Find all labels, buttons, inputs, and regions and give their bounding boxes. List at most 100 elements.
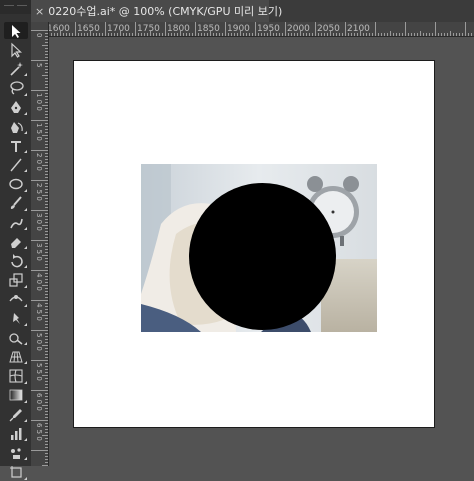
flyout-indicator bbox=[24, 323, 27, 326]
ruler-label: 2 5 0 bbox=[35, 183, 43, 201]
document-tab-bar: × 0220수업.ai* @ 100% (CMYK/GPU 미리 보기) bbox=[31, 0, 474, 23]
graph-icon bbox=[11, 427, 22, 440]
ruler-label: 2050 bbox=[317, 24, 340, 34]
document-tab-title: 0220수업.ai* @ 100% (CMYK/GPU 미리 보기) bbox=[48, 5, 283, 18]
pen-tool[interactable] bbox=[4, 99, 28, 116]
ruler-label: 1850 bbox=[197, 24, 220, 34]
flyout-indicator bbox=[24, 361, 27, 365]
perspective-icon bbox=[9, 351, 23, 363]
ruler-label: 2000 bbox=[287, 24, 310, 34]
vertical-ruler-ticks: 0 5 1 0 0 1 5 0 2 0 0 2 5 0 3 0 0 3 5 0 4 0 0 4 5… bbox=[31, 30, 48, 466]
paintbrush-tool[interactable] bbox=[4, 195, 28, 212]
white-arrow-icon bbox=[11, 42, 23, 58]
flyout-indicator bbox=[24, 169, 27, 173]
direct-selection-tool[interactable] bbox=[4, 41, 28, 58]
curvature-tool[interactable] bbox=[4, 118, 28, 135]
line-icon bbox=[10, 158, 22, 172]
horizontal-ruler-ticks: 1600 1650 1700 1750 1800 1850 1900 1950 2000 2050… bbox=[48, 22, 472, 36]
ruler-label: 1800 bbox=[167, 24, 190, 34]
ruler-label: 2100 bbox=[347, 24, 370, 34]
ruler-label: 1 5 0 bbox=[35, 123, 43, 141]
flyout-indicator bbox=[24, 150, 27, 154]
curvature-icon bbox=[11, 121, 23, 133]
scale-icon bbox=[9, 273, 23, 287]
magic-wand-tool[interactable] bbox=[4, 60, 28, 77]
width-tool[interactable] bbox=[4, 291, 28, 308]
flyout-indicator bbox=[24, 207, 27, 211]
shaper-tool[interactable] bbox=[4, 214, 28, 231]
ruler-label: 6 0 0 bbox=[35, 393, 43, 411]
ruler-label: 1700 bbox=[107, 24, 130, 34]
ruler-label: 1 0 0 bbox=[35, 93, 43, 111]
gradient-icon bbox=[9, 389, 23, 401]
ruler-label: 4 0 0 bbox=[35, 273, 43, 291]
flyout-indicator bbox=[24, 111, 27, 115]
ruler-label: 1600 bbox=[48, 24, 70, 34]
artboard-tool[interactable] bbox=[4, 464, 28, 481]
ruler-label: 1950 bbox=[257, 24, 280, 34]
ruler-label: 3 5 0 bbox=[35, 243, 43, 261]
document-tab[interactable]: × 0220수업.ai* @ 100% (CMYK/GPU 미리 보기) bbox=[31, 0, 282, 22]
rotate-tool[interactable] bbox=[4, 252, 28, 269]
shape-builder-icon bbox=[9, 333, 23, 345]
lasso-tool[interactable] bbox=[4, 80, 28, 97]
pen-icon bbox=[11, 101, 21, 114]
flyout-indicator bbox=[24, 419, 27, 422]
artboard-icon bbox=[10, 466, 22, 478]
flyout-indicator bbox=[24, 131, 27, 134]
tools-panel-grip[interactable] bbox=[0, 0, 31, 14]
type-tool[interactable] bbox=[4, 137, 28, 154]
vertical-ruler[interactable]: 0 5 1 0 0 1 5 0 2 0 0 2 5 0 3 0 0 3 5 0 4 0 0 4 5… bbox=[31, 22, 49, 466]
graph-tool[interactable] bbox=[4, 425, 28, 442]
puppet-warp-tool[interactable] bbox=[4, 310, 28, 327]
flyout-indicator bbox=[24, 227, 27, 230]
symbol-sprayer-tool[interactable] bbox=[4, 444, 28, 461]
ruler-label: 4 5 0 bbox=[35, 303, 43, 321]
close-tab-icon[interactable]: × bbox=[35, 5, 44, 18]
ellipse-tool[interactable] bbox=[4, 176, 28, 193]
flyout-indicator bbox=[24, 92, 27, 96]
line-tool[interactable] bbox=[4, 156, 28, 173]
ruler-label: 1900 bbox=[227, 24, 250, 34]
perspective-grid-tool[interactable] bbox=[4, 348, 28, 365]
magic-wand-icon bbox=[10, 61, 23, 76]
flyout-indicator bbox=[24, 399, 27, 403]
flyout-indicator bbox=[24, 73, 27, 77]
arrow-icon bbox=[12, 24, 21, 38]
shaper-icon bbox=[10, 218, 23, 228]
width-icon bbox=[9, 295, 23, 302]
flyout-indicator bbox=[24, 188, 27, 192]
mesh-icon bbox=[9, 369, 23, 383]
scale-tool[interactable] bbox=[4, 272, 28, 289]
ruler-label: 3 0 0 bbox=[35, 213, 43, 231]
pin-icon bbox=[13, 312, 20, 324]
gradient-tool[interactable] bbox=[4, 387, 28, 404]
flyout-indicator bbox=[24, 246, 27, 250]
ruler-label: 5 0 0 bbox=[35, 333, 43, 351]
rotate-icon bbox=[11, 253, 23, 268]
black-circle-shape[interactable] bbox=[189, 183, 336, 330]
flyout-indicator bbox=[24, 457, 27, 461]
flyout-indicator bbox=[24, 303, 27, 307]
shape-builder-tool[interactable] bbox=[4, 329, 28, 346]
ellipse-icon bbox=[9, 178, 23, 190]
eyedropper-tool[interactable] bbox=[4, 406, 28, 423]
flyout-indicator bbox=[24, 265, 27, 269]
horizontal-ruler[interactable]: 1600 1650 1700 1750 1800 1850 1900 1950 2000 2050… bbox=[48, 22, 474, 37]
flyout-indicator bbox=[24, 284, 27, 288]
mesh-tool[interactable] bbox=[4, 368, 28, 385]
eraser-icon bbox=[11, 237, 21, 248]
flyout-indicator bbox=[24, 380, 27, 384]
eraser-tool[interactable] bbox=[4, 233, 28, 250]
ruler-label: 5 5 0 bbox=[35, 363, 43, 381]
flyout-indicator bbox=[24, 476, 27, 480]
selection-tool[interactable] bbox=[4, 22, 28, 39]
eyedropper-icon bbox=[9, 408, 22, 421]
ruler-label: 1650 bbox=[77, 24, 100, 34]
ruler-label: 6 5 0 bbox=[35, 423, 43, 441]
symbol-icon bbox=[11, 448, 21, 459]
ruler-label: 5 bbox=[35, 63, 43, 67]
flyout-indicator bbox=[24, 342, 27, 346]
tools-panel bbox=[0, 0, 32, 480]
ruler-label: 1750 bbox=[137, 24, 160, 34]
